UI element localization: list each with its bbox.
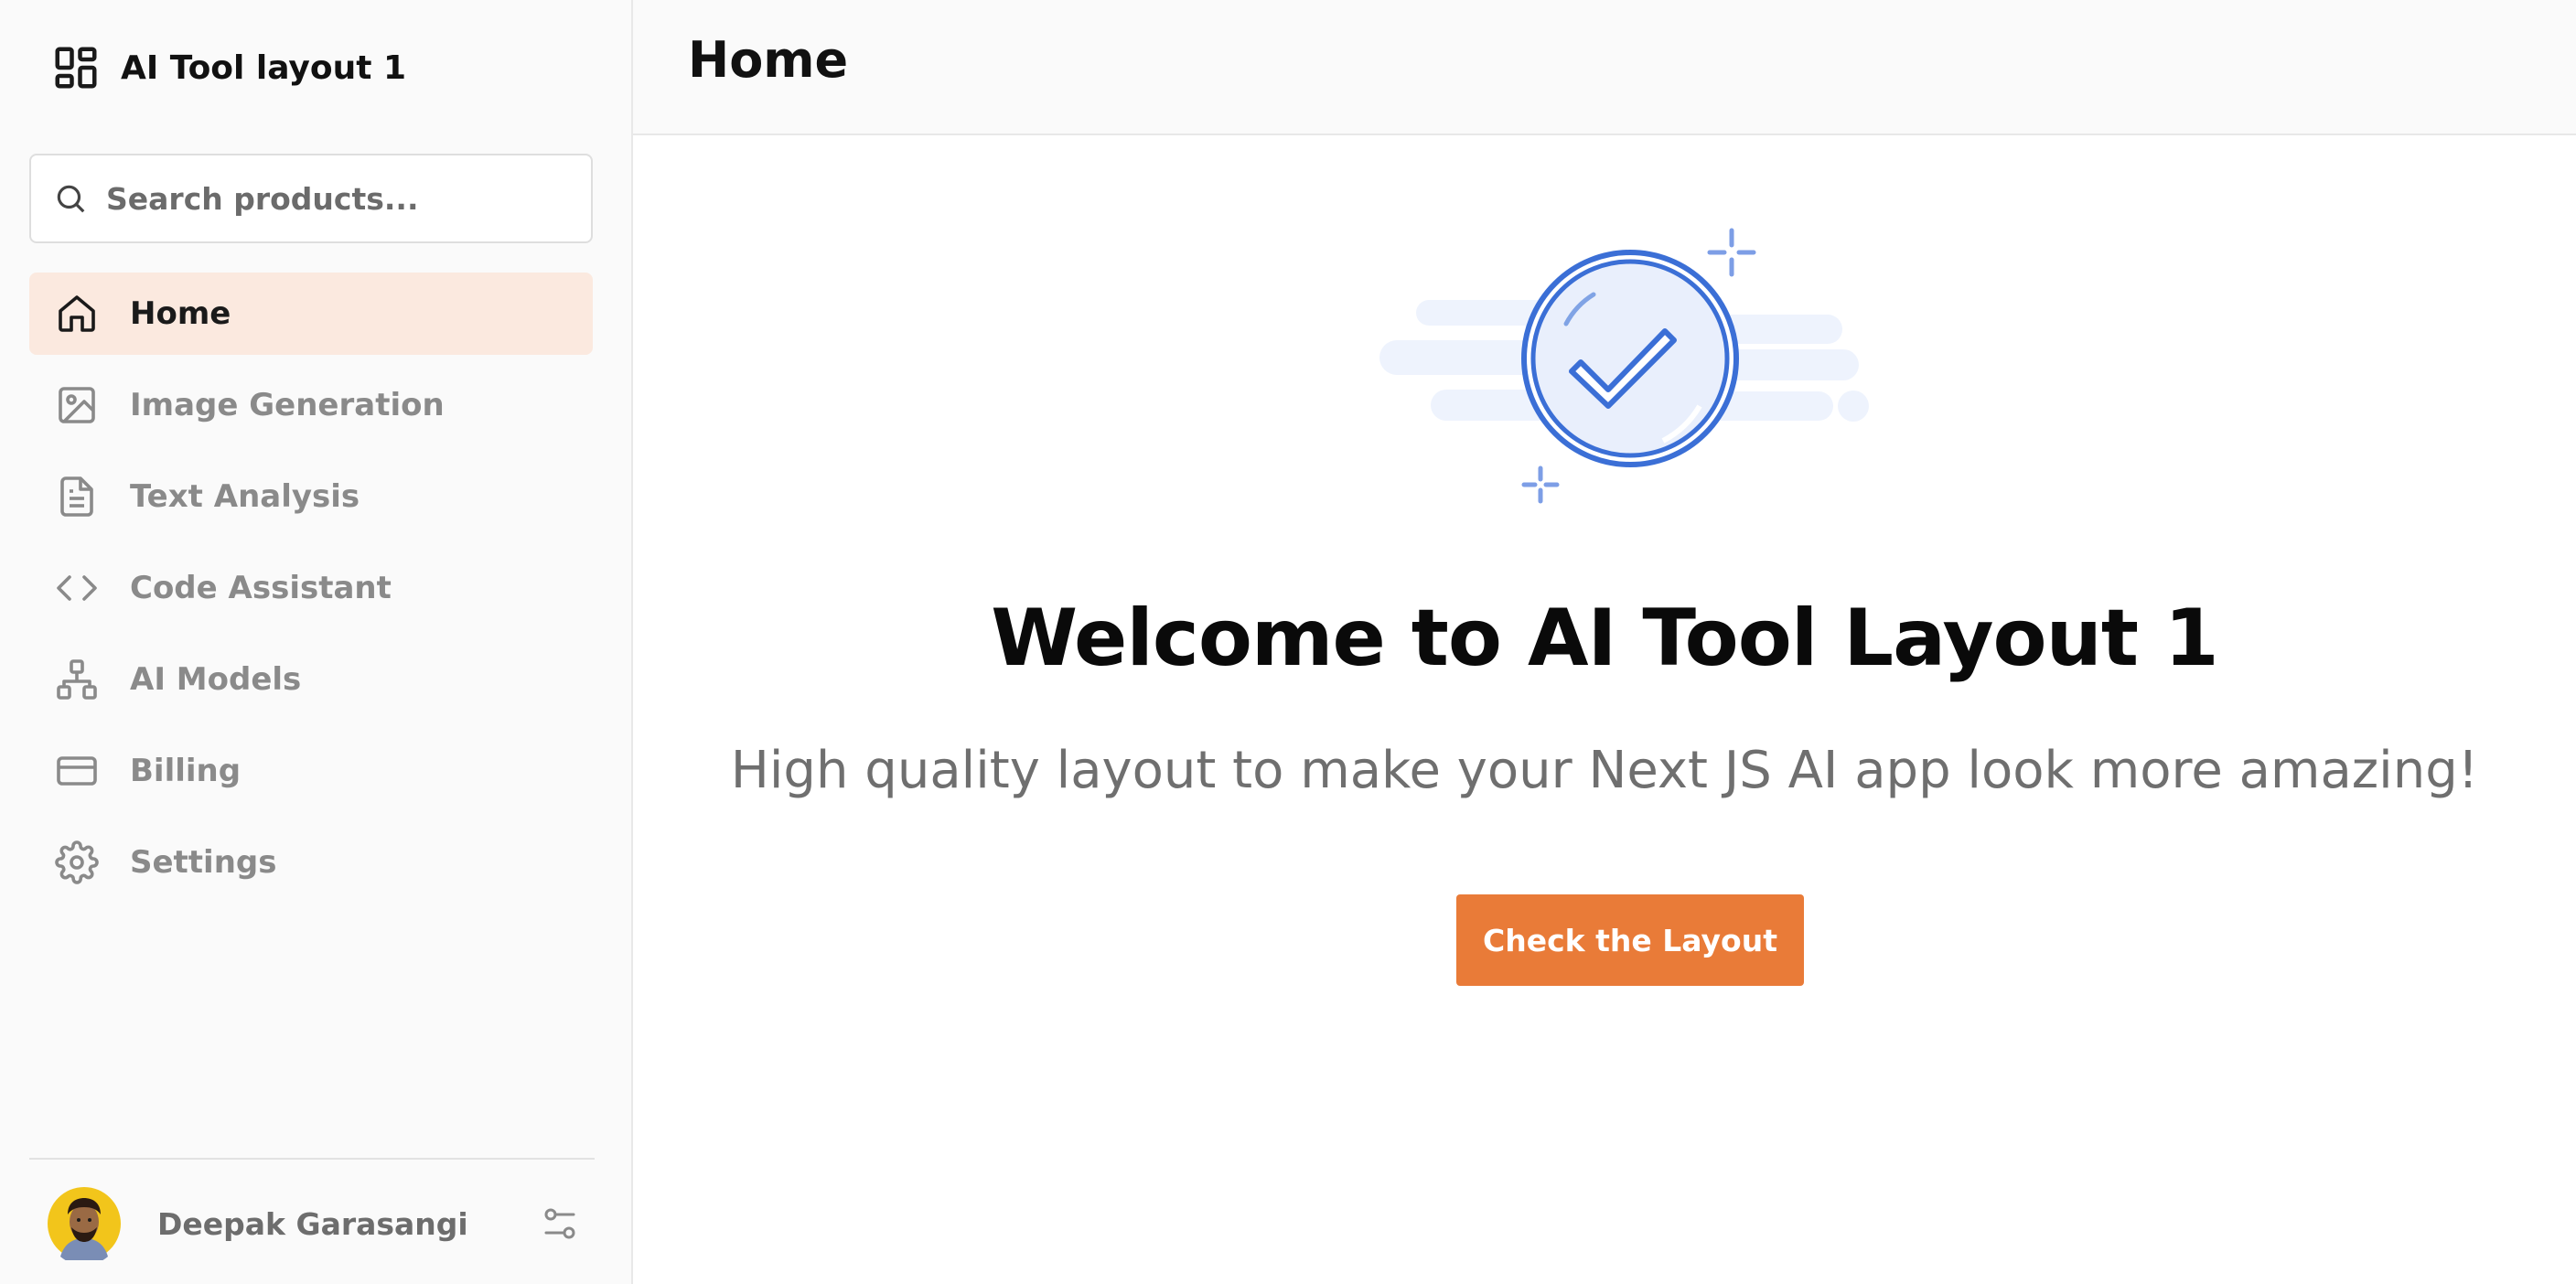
sliders-icon[interactable] (542, 1205, 578, 1242)
app-title: AI Tool layout 1 (121, 48, 407, 87)
sidebar-item-settings[interactable]: Settings (29, 821, 593, 904)
sidebar-item-ai-models[interactable]: AI Models (29, 638, 593, 721)
gear-icon (55, 840, 99, 884)
credit-card-icon (57, 756, 97, 786)
header: Home (633, 0, 2576, 135)
sidebar-item-label: Settings (130, 844, 277, 881)
sidebar-item-label: AI Models (130, 661, 302, 698)
sidebar-item-billing[interactable]: Billing (29, 730, 593, 812)
sidebar-item-code-assistant[interactable]: Code Assistant (29, 547, 593, 629)
sidebar-item-label: Image Generation (130, 387, 445, 423)
sidebar-divider (29, 1158, 595, 1160)
sidebar: AI Tool layout 1 Home Image Generation T… (0, 0, 633, 1284)
user-profile[interactable]: Deepak Garasangi (48, 1187, 585, 1260)
search-input[interactable] (104, 179, 584, 218)
page-title: Home (688, 31, 849, 89)
user-name: Deepak Garasangi (157, 1205, 468, 1242)
network-icon (57, 659, 97, 700)
file-text-icon (60, 476, 93, 517)
code-icon (57, 575, 97, 601)
layout-grid-icon (55, 47, 97, 89)
sidebar-item-home[interactable]: Home (29, 273, 593, 355)
home-icon (59, 295, 95, 332)
sidebar-item-label: Home (130, 295, 231, 332)
sidebar-item-label: Billing (130, 753, 242, 789)
check-circle-illustration-icon (1379, 228, 1869, 504)
check-layout-button[interactable]: Check the Layout (1456, 894, 1804, 986)
welcome-heading: Welcome to AI Tool Layout 1 (991, 593, 2218, 684)
main-content: Welcome to AI Tool Layout 1 High quality… (633, 135, 2576, 1284)
search-icon (57, 185, 85, 213)
sidebar-item-text-analysis[interactable]: Text Analysis (29, 455, 593, 538)
sidebar-item-label: Text Analysis (130, 478, 360, 515)
sidebar-item-label: Code Assistant (130, 570, 392, 606)
sidebar-nav: Home Image Generation Text Analysis Code… (29, 273, 593, 913)
search-box (29, 154, 593, 243)
brand[interactable]: AI Tool layout 1 (51, 40, 406, 95)
welcome-subtitle: High quality layout to make your Next JS… (730, 741, 2479, 800)
avatar[interactable] (48, 1187, 121, 1260)
sidebar-item-image-generation[interactable]: Image Generation (29, 364, 593, 446)
image-icon (59, 387, 95, 423)
